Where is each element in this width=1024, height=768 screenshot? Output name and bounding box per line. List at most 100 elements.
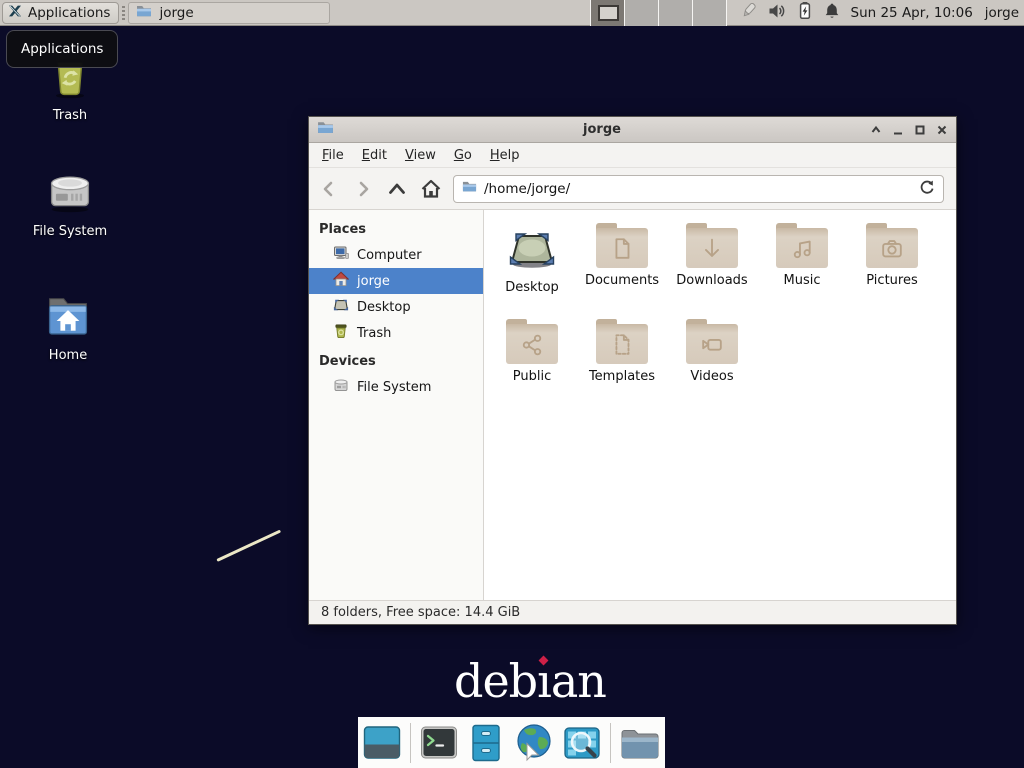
desktop-icon-home[interactable]: Home bbox=[24, 290, 112, 363]
file-item-desktop[interactable]: Desktop bbox=[487, 223, 577, 319]
folder-icon bbox=[596, 223, 648, 268]
folder-icon bbox=[686, 319, 738, 364]
file-label: Public bbox=[513, 369, 551, 384]
up-button[interactable] bbox=[383, 175, 411, 203]
sidebar-item-label: Desktop bbox=[357, 300, 411, 315]
workspace-switcher bbox=[590, 0, 727, 26]
file-item-downloads[interactable]: Downloads bbox=[667, 223, 757, 319]
file-grid: Desktop Documents Downloads bbox=[484, 210, 956, 600]
xorg-logo-icon bbox=[7, 3, 23, 23]
file-item-music[interactable]: Music bbox=[757, 223, 847, 319]
desktop-icon-label: Home bbox=[49, 348, 87, 363]
file-item-pictures[interactable]: Pictures bbox=[847, 223, 937, 319]
desktop-icon-file-system[interactable]: File System bbox=[26, 166, 114, 239]
volume-icon[interactable] bbox=[768, 2, 787, 24]
sidebar-item-label: jorge bbox=[357, 274, 390, 289]
sidebar-item-jorge[interactable]: jorge bbox=[309, 268, 483, 294]
workspace-4[interactable] bbox=[693, 0, 727, 26]
file-label: Pictures bbox=[866, 273, 917, 288]
menu-file[interactable]: File bbox=[313, 145, 353, 166]
file-item-documents[interactable]: Documents bbox=[577, 223, 667, 319]
panel-clock[interactable]: Sun 25 Apr, 10:06 bbox=[851, 5, 973, 21]
debian-wallpaper-logo: debıan bbox=[454, 658, 606, 704]
taskbar-window-label: jorge bbox=[159, 5, 193, 21]
application-finder-icon[interactable] bbox=[563, 724, 601, 762]
back-button[interactable] bbox=[315, 175, 343, 203]
menu-help[interactable]: Help bbox=[481, 145, 529, 166]
sidebar: Places Computer jorge Desktop bbox=[309, 210, 484, 600]
folder-icon bbox=[686, 223, 738, 268]
file-label: Documents bbox=[585, 273, 659, 288]
status-text: 8 folders, Free space: 14.4 GiB bbox=[321, 605, 520, 620]
file-label: Music bbox=[784, 273, 821, 288]
dock-separator bbox=[410, 723, 411, 763]
workspace-2[interactable] bbox=[625, 0, 659, 26]
panel-username[interactable]: jorge bbox=[985, 5, 1019, 21]
web-browser-globe-icon[interactable] bbox=[514, 723, 554, 763]
file-item-templates[interactable]: Templates bbox=[577, 319, 667, 415]
stylus-icon[interactable] bbox=[739, 1, 759, 25]
menu-bar: File Edit View Go Help bbox=[309, 143, 956, 168]
dock-separator bbox=[610, 723, 611, 763]
user-home-icon bbox=[333, 271, 349, 291]
desktop-icon-label: Trash bbox=[53, 108, 87, 123]
window-controls bbox=[870, 124, 948, 136]
sidebar-item-label: File System bbox=[357, 380, 431, 395]
directory-menu-folder-icon[interactable] bbox=[620, 726, 660, 760]
file-label: Desktop bbox=[505, 280, 559, 295]
minimize-button[interactable] bbox=[892, 124, 904, 136]
sidebar-item-file-system[interactable]: File System bbox=[309, 374, 483, 400]
sidebar-item-trash[interactable]: Trash bbox=[309, 320, 483, 346]
sidebar-item-label: Trash bbox=[357, 326, 391, 341]
path-folder-icon bbox=[462, 179, 477, 198]
show-desktop-icon[interactable] bbox=[363, 724, 401, 762]
file-label: Downloads bbox=[676, 273, 747, 288]
window-titlebar[interactable]: jorge bbox=[309, 117, 956, 143]
window-title: jorge bbox=[334, 122, 870, 137]
file-manager-window: jorge File Edit View Go Help bbox=[308, 116, 957, 625]
taskbar-window-button[interactable]: jorge bbox=[128, 2, 330, 24]
menu-edit[interactable]: Edit bbox=[353, 145, 396, 166]
folder-icon bbox=[776, 223, 828, 268]
sidebar-header-places: Places bbox=[309, 214, 483, 242]
logo-text-i: ı bbox=[537, 654, 551, 708]
hard-drive-icon bbox=[44, 166, 96, 220]
panel-handle[interactable] bbox=[122, 6, 125, 20]
battery-charging-icon[interactable] bbox=[796, 1, 814, 24]
workspace-3[interactable] bbox=[659, 0, 693, 26]
menu-go[interactable]: Go bbox=[445, 145, 481, 166]
sidebar-item-desktop[interactable]: Desktop bbox=[309, 294, 483, 320]
top-panel: Applications jorge Sun 25 Apr, 10:06 jor… bbox=[0, 0, 1024, 26]
forward-button[interactable] bbox=[349, 175, 377, 203]
sidebar-item-computer[interactable]: Computer bbox=[309, 242, 483, 268]
reload-icon[interactable] bbox=[919, 179, 935, 199]
notifications-bell-icon[interactable] bbox=[823, 2, 841, 24]
folder-icon bbox=[866, 223, 918, 268]
applications-menu-label: Applications bbox=[28, 5, 110, 21]
toolbar bbox=[309, 168, 956, 210]
maximize-button[interactable] bbox=[914, 124, 926, 136]
trash-can-icon bbox=[333, 323, 349, 343]
shade-button[interactable] bbox=[870, 124, 882, 136]
applications-tooltip: Applications bbox=[6, 30, 118, 68]
sidebar-header-devices: Devices bbox=[309, 346, 483, 374]
path-input[interactable] bbox=[484, 181, 912, 197]
file-cabinet-icon[interactable] bbox=[467, 724, 505, 762]
file-item-public[interactable]: Public bbox=[487, 319, 577, 415]
logo-text-prefix: deb bbox=[454, 654, 537, 708]
file-item-videos[interactable]: Videos bbox=[667, 319, 757, 415]
logo-text-suffix: an bbox=[551, 654, 606, 708]
workspace-1[interactable] bbox=[591, 0, 625, 26]
folder-icon bbox=[596, 319, 648, 364]
menu-view[interactable]: View bbox=[396, 145, 445, 166]
file-label: Videos bbox=[690, 369, 733, 384]
terminal-icon[interactable] bbox=[420, 724, 458, 762]
close-button[interactable] bbox=[936, 124, 948, 136]
path-bar[interactable] bbox=[453, 175, 944, 203]
file-label: Templates bbox=[589, 369, 655, 384]
system-tray bbox=[739, 1, 841, 25]
applications-menu-button[interactable]: Applications bbox=[2, 2, 119, 24]
sidebar-item-label: Computer bbox=[357, 248, 422, 263]
folder-icon bbox=[136, 3, 152, 23]
home-button[interactable] bbox=[417, 175, 445, 203]
